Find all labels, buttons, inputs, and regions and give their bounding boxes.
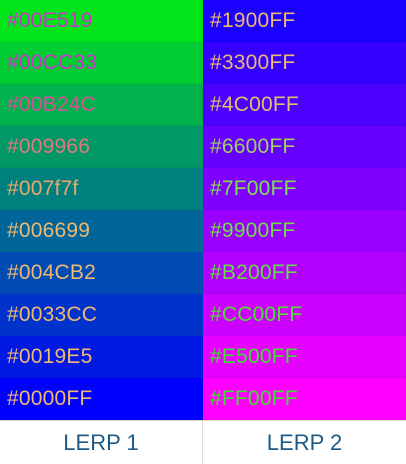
lerp1-swatch-5: #007f7f: [0, 168, 203, 210]
lerp1-swatch-3: #00B24C: [0, 84, 203, 126]
lerp2-swatch-6: #9900FF: [203, 210, 406, 252]
lerp2-swatch-8: #CC00FF: [203, 294, 406, 336]
lerp2-swatch-4: #6600FF: [203, 126, 406, 168]
lerp2-swatch-1: #1900FF: [203, 0, 406, 42]
lerp1-swatch-2: #00CC33: [0, 42, 203, 84]
lerp2-swatch-5: #7F00FF: [203, 168, 406, 210]
lerp1-swatch-4: #009966: [0, 126, 203, 168]
lerp2-swatch-9: #E500FF: [203, 336, 406, 378]
lerp1-swatch-7: #004CB2: [0, 252, 203, 294]
lerp1-swatch-1: #00E519: [0, 0, 203, 42]
lerp1-swatch-9: #0019E5: [0, 336, 203, 378]
lerp2-swatch-10: #FF00FF: [203, 378, 406, 420]
lerp2-swatch-7: #B200FF: [203, 252, 406, 294]
lerp1-column-label: LERP 1: [0, 420, 203, 464]
lerp1-swatch-10: #0000FF: [0, 378, 203, 420]
lerp1-swatch-8: #0033CC: [0, 294, 203, 336]
color-lerp-grid: #00E519 #1900FF #00CC33 #3300FF #00B24C …: [0, 0, 406, 464]
lerp2-swatch-2: #3300FF: [203, 42, 406, 84]
lerp2-swatch-3: #4C00FF: [203, 84, 406, 126]
lerp1-swatch-6: #006699: [0, 210, 203, 252]
lerp2-column-label: LERP 2: [203, 420, 406, 464]
